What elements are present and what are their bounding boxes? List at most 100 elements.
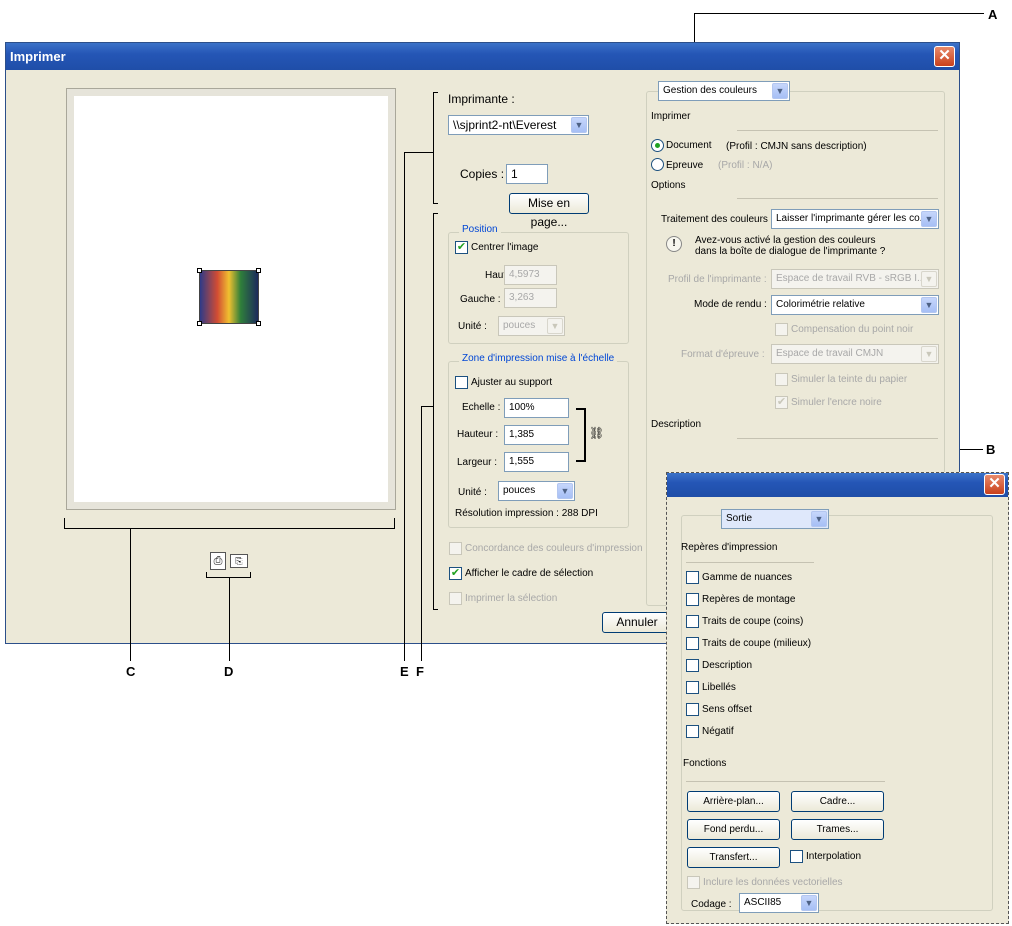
show-bounding-box-checkbox[interactable]: ✔ (449, 567, 462, 580)
chevron-down-icon: ▼ (571, 117, 587, 133)
center-image-checkbox[interactable]: ✔ (455, 241, 468, 254)
divider (737, 438, 938, 439)
preview-image[interactable] (197, 268, 261, 326)
print-mark-checkbox[interactable] (686, 637, 699, 650)
rendering-intent-select[interactable]: Colorimétrie relative ▼ (771, 295, 939, 315)
printer-profile-select[interactable]: Espace de travail RVB - sRGB I... ▼ (771, 269, 939, 289)
link-bracket (576, 408, 586, 462)
title-bar (667, 473, 1008, 497)
output-mode-select[interactable]: Sortie ▼ (721, 509, 829, 529)
print-selection-checkbox[interactable] (449, 592, 462, 605)
border-button[interactable]: Cadre... (791, 791, 884, 812)
chevron-down-icon: ▼ (921, 211, 937, 227)
simulate-black-ink-checkbox[interactable]: ✔ (775, 396, 788, 409)
page-setup-button[interactable]: Mise en page... (509, 193, 589, 229)
document-radio[interactable] (651, 139, 664, 152)
printer-select[interactable]: \\sjprint2-nt\Everest ▼ (448, 115, 589, 135)
simulate-black-ink-label: Simuler l'encre noire (791, 397, 882, 408)
document-label: Document (666, 140, 712, 151)
print-mark-checkbox[interactable] (686, 571, 699, 584)
bracket-d (206, 572, 207, 577)
printer-profile-value: Espace de travail RVB - sRGB I... (776, 273, 926, 284)
portrait-orientation-icon[interactable]: ⎙ (210, 552, 226, 570)
bracket-c (64, 518, 65, 528)
match-print-colors-checkbox[interactable] (449, 542, 462, 555)
encoding-label: Codage : (691, 899, 732, 910)
print-mark-label: Traits de coupe (milieux) (702, 638, 812, 649)
bracket-c (64, 528, 395, 529)
link-icon[interactable]: ⛓ (589, 426, 604, 440)
bracket-c (394, 518, 395, 528)
copies-field[interactable]: 1 (506, 164, 548, 184)
cancel-button[interactable]: Annuler (602, 612, 672, 633)
callout-line (229, 577, 230, 661)
print-heading: Imprimer (651, 111, 691, 122)
background-button[interactable]: Arrière-plan... (687, 791, 780, 812)
height-label: Hauteur : (457, 429, 499, 440)
print-mark-checkbox[interactable] (686, 725, 699, 738)
color-panel-mode-value: Gestion des couleurs (663, 85, 757, 96)
height-field[interactable]: 1,385 (504, 425, 569, 445)
scale-unit-select[interactable]: pouces ▼ (498, 481, 575, 501)
chevron-down-icon: ▼ (921, 346, 937, 362)
encoding-value: ASCII85 (744, 897, 782, 908)
landscape-orientation-icon[interactable]: ⎘ (230, 554, 248, 568)
close-button[interactable]: ✕ (984, 474, 1005, 495)
bleed-button[interactable]: Fond perdu... (687, 819, 780, 840)
position-unit-label: Unité : (458, 321, 487, 332)
scale-field[interactable]: 100% (504, 398, 569, 418)
color-panel-mode-select[interactable]: Gestion des couleurs ▼ (658, 81, 790, 101)
proof-setup-value: Espace de travail CMJN (776, 348, 884, 359)
functions-heading: Fonctions (683, 758, 727, 769)
copies-label: Copies : (460, 167, 505, 181)
top-field[interactable]: 4,5973 (504, 265, 557, 285)
color-handling-select[interactable]: Laisser l'imprimante gérer les co... ▼ (771, 209, 939, 229)
chevron-down-icon: ▼ (772, 83, 788, 99)
divider (686, 562, 814, 563)
black-point-compensation-checkbox[interactable] (775, 323, 788, 336)
color-handling-value: Laisser l'imprimante gérer les co... (776, 213, 928, 224)
simulate-paper-color-checkbox[interactable] (775, 373, 788, 386)
proof-radio[interactable] (651, 158, 664, 171)
interpolation-checkbox[interactable] (790, 850, 803, 863)
proof-setup-select[interactable]: Espace de travail CMJN ▼ (771, 344, 939, 364)
encoding-select[interactable]: ASCII85 ▼ (739, 893, 819, 913)
print-mark-checkbox[interactable] (686, 659, 699, 672)
print-mark-checkbox[interactable] (686, 703, 699, 716)
bracket-e (433, 203, 438, 204)
center-image-label: Centrer l'image (471, 242, 539, 253)
bracket-e (433, 92, 434, 204)
include-vector-data-checkbox[interactable] (687, 876, 700, 889)
print-resolution: Résolution impression : 288 DPI (455, 508, 598, 519)
bracket-f (433, 213, 438, 214)
left-field[interactable]: 3,263 (504, 288, 557, 308)
position-unit-select[interactable]: pouces ▼ (498, 316, 565, 336)
scaled-print-area-legend: Zone d'impression mise à l'échelle (459, 353, 618, 364)
close-button[interactable]: ✕ (934, 46, 955, 67)
print-mark-checkbox[interactable] (686, 593, 699, 606)
options-heading: Options (651, 180, 686, 191)
bracket-f (433, 213, 434, 610)
interpolation-label: Interpolation (806, 851, 862, 862)
dialog-title: Imprimer (10, 49, 66, 64)
chevron-down-icon: ▼ (921, 297, 937, 313)
callout-f: F (416, 664, 424, 679)
bracket-e (433, 92, 438, 93)
preview-frame (66, 88, 396, 510)
callout-line (404, 152, 433, 153)
callout-line (694, 13, 984, 14)
width-field[interactable]: 1,555 (504, 452, 569, 472)
bracket-d (250, 572, 251, 577)
print-mark-checkbox[interactable] (686, 615, 699, 628)
transfer-button[interactable]: Transfert... (687, 847, 780, 868)
bracket-f (433, 609, 438, 610)
chevron-down-icon: ▼ (547, 318, 563, 334)
print-mark-checkbox[interactable] (686, 681, 699, 694)
callout-b: B (986, 442, 996, 457)
divider (737, 130, 938, 131)
warning-icon: ! (666, 236, 682, 252)
proof-profile: (Profil : N/A) (718, 160, 773, 171)
screen-button[interactable]: Trames... (791, 819, 884, 840)
scale-to-fit-checkbox[interactable] (455, 376, 468, 389)
callout-line (421, 406, 422, 661)
